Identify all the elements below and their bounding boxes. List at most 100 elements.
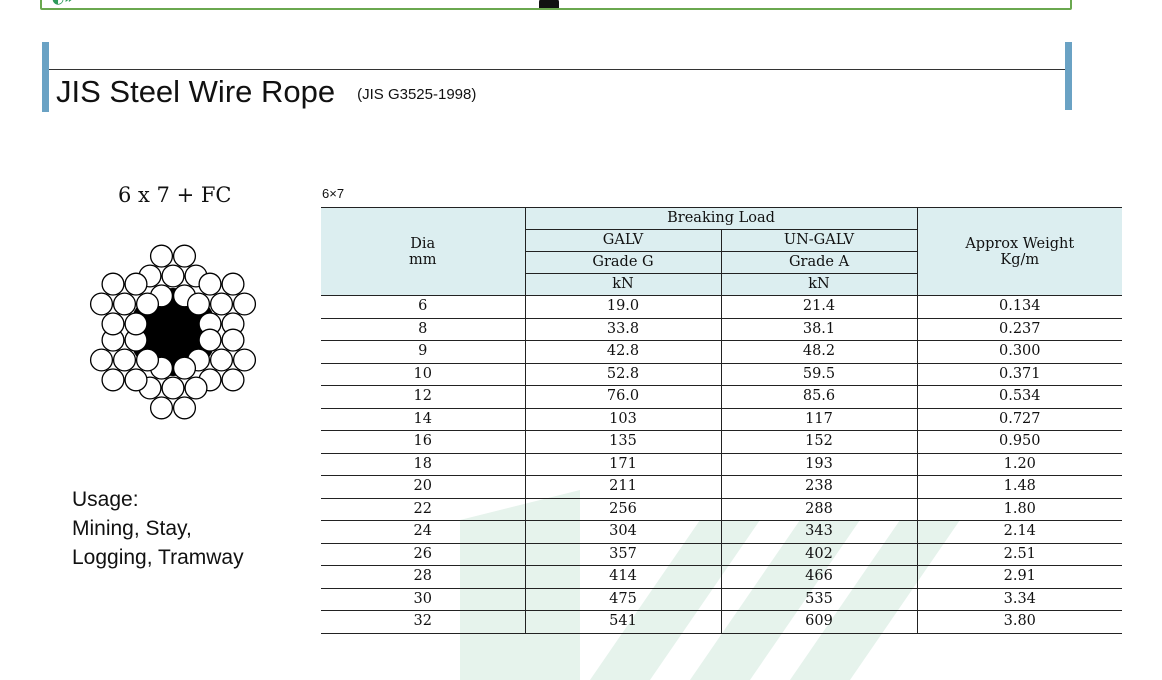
cell-weight: 1.48	[916, 475, 1123, 499]
table-row: 26 357 402 2.51	[321, 543, 1123, 566]
cell-dia: 22	[321, 498, 525, 521]
strand-wire	[198, 328, 222, 352]
cell-galv: 42.8	[524, 340, 721, 364]
table-row: 12 76.0 85.6 0.534	[321, 385, 1123, 409]
strand-wire	[149, 396, 174, 420]
cell-ungalv: 288	[720, 498, 918, 521]
header-grade-a: Grade A	[720, 251, 918, 274]
usage-line: Mining, Stay,	[72, 517, 192, 540]
cell-ungalv: 238	[720, 475, 918, 499]
cell-galv: 541	[524, 610, 721, 634]
cell-ungalv: 59.5	[720, 363, 918, 386]
table-row: 24 304 343 2.14	[321, 520, 1123, 544]
table-row: 8 33.8 38.1 0.237	[321, 318, 1123, 341]
strand-wire	[172, 356, 197, 380]
strand-wire	[221, 272, 245, 296]
table-row: 32 541 609 3.80	[321, 610, 1123, 634]
cell-galv: 171	[524, 453, 721, 476]
cell-weight: 0.371	[916, 363, 1123, 386]
table-row: 20 211 238 1.48	[321, 475, 1123, 499]
cell-weight: 2.51	[916, 543, 1123, 566]
header-unit-galv: kN	[524, 273, 721, 296]
table-row: 16 135 152 0.950	[321, 430, 1123, 454]
cell-weight: 0.300	[916, 340, 1123, 364]
cell-galv: 52.8	[524, 363, 721, 386]
rope-cross-section-diagram	[89, 244, 257, 420]
cell-weight: 3.80	[916, 610, 1123, 634]
page-title-text: JIS Steel Wire Rope	[56, 74, 336, 109]
table-row: 30 475 535 3.34	[321, 588, 1123, 611]
strand-wire	[161, 376, 185, 400]
cell-ungalv: 38.1	[720, 318, 918, 341]
top-banner: ◐»	[40, 0, 1072, 10]
cell-ungalv: 117	[720, 408, 918, 431]
cell-weight: 2.14	[916, 520, 1123, 544]
title-divider	[49, 69, 1065, 70]
strand-wire	[124, 272, 148, 296]
table-row: 22 256 288 1.80	[321, 498, 1123, 521]
strand-wire	[232, 348, 257, 372]
cell-ungalv: 21.4	[720, 295, 918, 319]
header-dia-unit: mm	[409, 251, 437, 268]
cell-weight: 2.91	[916, 565, 1123, 589]
cell-weight: 0.534	[916, 385, 1123, 409]
strand-wire	[198, 272, 222, 296]
cell-dia: 32	[321, 610, 525, 634]
cell-galv: 33.8	[524, 318, 721, 341]
specification-table: Dia mm Breaking Load Approx Weight Kg/m GA…	[321, 207, 1123, 634]
cell-dia: 18	[321, 453, 525, 476]
cell-galv: 211	[524, 475, 721, 499]
header-dia: Dia mm	[321, 207, 525, 296]
cell-weight: 0.950	[916, 430, 1123, 454]
strand-wire	[186, 292, 211, 316]
cell-dia: 6	[321, 295, 525, 319]
title-accent-bar-right	[1065, 42, 1072, 110]
cell-galv: 357	[524, 543, 721, 566]
cell-dia: 24	[321, 520, 525, 544]
cell-dia: 30	[321, 588, 525, 611]
strand-wire	[112, 292, 137, 316]
cell-weight: 1.20	[916, 453, 1123, 476]
usage-line: Logging, Tramway	[72, 546, 244, 569]
banner-text-fragment	[539, 0, 559, 8]
title-accent-bar-left	[42, 42, 49, 112]
cell-dia: 28	[321, 565, 525, 589]
cell-ungalv: 609	[720, 610, 918, 634]
strand-wire	[184, 376, 208, 400]
strand-wire	[124, 368, 148, 392]
table-row: 18 171 193 1.20	[321, 453, 1123, 476]
cell-dia: 20	[321, 475, 525, 499]
header-dia-label: Dia	[410, 235, 436, 252]
table-row: 10 52.8 59.5 0.371	[321, 363, 1123, 386]
cell-weight: 0.237	[916, 318, 1123, 341]
strand-wire	[161, 264, 185, 288]
cell-galv: 256	[524, 498, 721, 521]
strand-wire	[221, 328, 245, 352]
strand-wire	[135, 348, 160, 372]
header-grade-g: Grade G	[524, 251, 721, 274]
table-label: 6×7	[322, 186, 345, 201]
strand-wire	[124, 312, 148, 336]
header-unit-ungalv: kN	[720, 273, 918, 296]
rope-construction-label: 6 x 7 + FC	[118, 183, 232, 207]
strand-wire	[89, 292, 114, 316]
cell-galv: 304	[524, 520, 721, 544]
strand-wire	[101, 312, 125, 336]
cell-ungalv: 193	[720, 453, 918, 476]
cell-dia: 26	[321, 543, 525, 566]
cell-dia: 10	[321, 363, 525, 386]
strand-wire	[149, 244, 174, 268]
cell-ungalv: 48.2	[720, 340, 918, 364]
strand-wire	[221, 368, 245, 392]
strand-wire	[172, 396, 197, 420]
strand-wire	[209, 292, 234, 316]
strand-wire	[112, 348, 137, 372]
cell-ungalv: 466	[720, 565, 918, 589]
cell-ungalv: 152	[720, 430, 918, 454]
header-weight-label: Approx Weight	[965, 235, 1075, 252]
cell-ungalv: 343	[720, 520, 918, 544]
strand-wire	[101, 272, 125, 296]
logo-icon: ◐»	[52, 0, 82, 6]
cell-dia: 8	[321, 318, 525, 341]
strand-wire	[135, 292, 160, 316]
